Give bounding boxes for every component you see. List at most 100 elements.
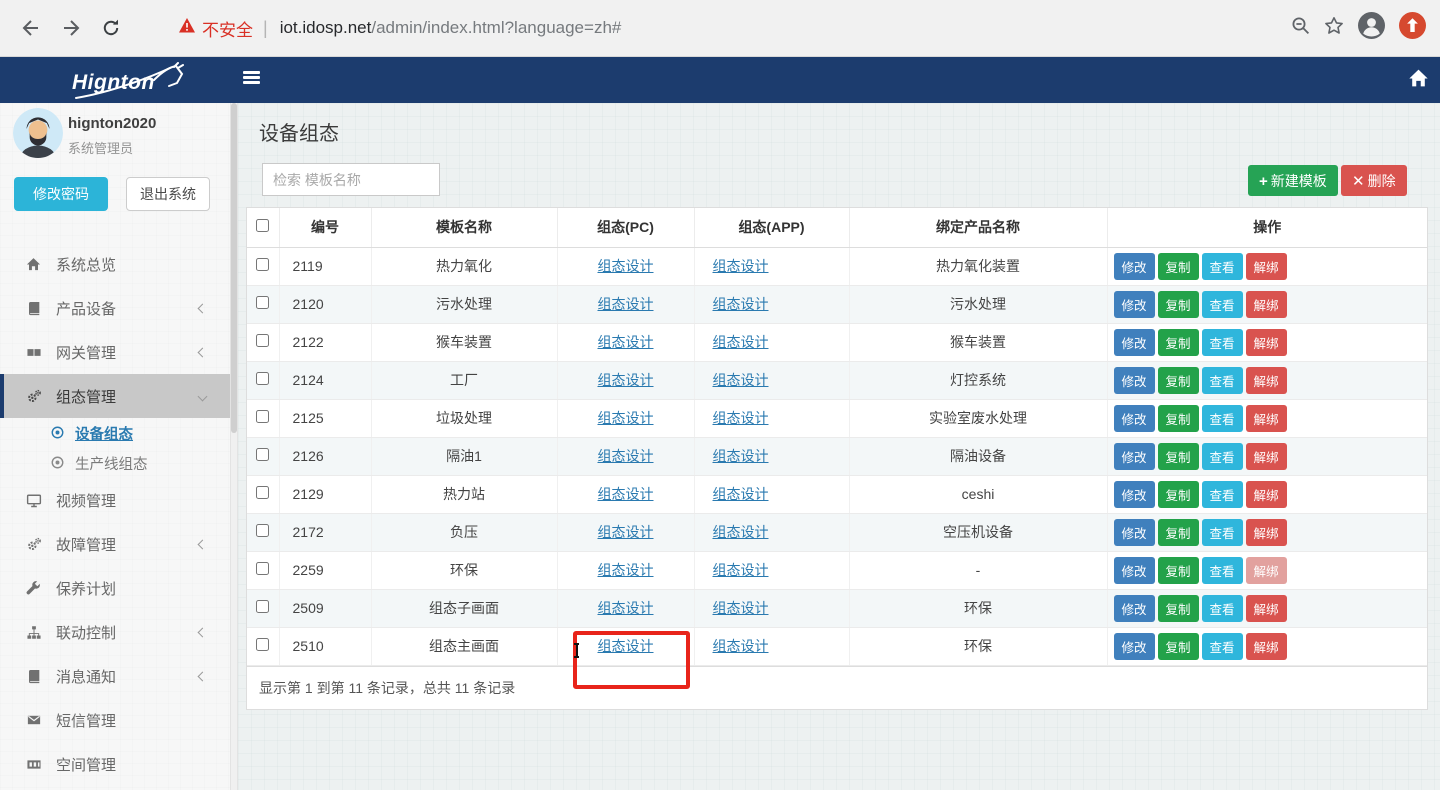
sidebar-item-2[interactable]: 网关管理 [0,330,230,374]
pc-design-link[interactable]: 组态设计 [598,486,654,502]
row-checkbox[interactable] [256,296,269,309]
app-design-link[interactable]: 组态设计 [713,296,769,312]
view-button[interactable]: 查看 [1202,291,1243,318]
pc-design-link[interactable]: 组态设计 [598,334,654,350]
app-design-link[interactable]: 组态设计 [713,258,769,274]
unbind-button[interactable]: 解绑 [1246,253,1287,280]
edit-button[interactable]: 修改 [1114,253,1155,280]
unbind-button[interactable]: 解绑 [1246,405,1287,432]
sidebar-item-7[interactable]: 联动控制 [0,610,230,654]
sidebar-subitem-1[interactable]: 生产线组态 [0,448,230,478]
copy-button[interactable]: 复制 [1158,519,1199,546]
edit-button[interactable]: 修改 [1114,329,1155,356]
row-checkbox[interactable] [256,486,269,499]
view-button[interactable]: 查看 [1202,367,1243,394]
copy-button[interactable]: 复制 [1158,557,1199,584]
row-checkbox[interactable] [256,600,269,613]
sidebar-item-9[interactable]: 短信管理 [0,698,230,742]
edit-button[interactable]: 修改 [1114,633,1155,660]
row-checkbox[interactable] [256,410,269,423]
view-button[interactable]: 查看 [1202,595,1243,622]
edit-button[interactable]: 修改 [1114,443,1155,470]
back-icon[interactable] [14,11,48,45]
copy-button[interactable]: 复制 [1158,595,1199,622]
change-password-button[interactable]: 修改密码 [14,177,108,211]
sidebar-scrollbar-thumb[interactable] [231,103,237,433]
view-button[interactable]: 查看 [1202,557,1243,584]
row-checkbox[interactable] [256,334,269,347]
unbind-button[interactable]: 解绑 [1246,595,1287,622]
app-design-link[interactable]: 组态设计 [713,638,769,654]
forward-icon[interactable] [54,11,88,45]
pc-design-link[interactable]: 组态设计 [598,562,654,578]
sidebar-item-3[interactable]: 组态管理 [0,374,230,418]
row-checkbox[interactable] [256,638,269,651]
view-button[interactable]: 查看 [1202,253,1243,280]
edit-button[interactable]: 修改 [1114,481,1155,508]
unbind-button[interactable]: 解绑 [1246,329,1287,356]
edit-button[interactable]: 修改 [1114,557,1155,584]
app-design-link[interactable]: 组态设计 [713,372,769,388]
app-design-link[interactable]: 组态设计 [713,410,769,426]
profile-icon[interactable] [1358,12,1385,44]
app-logo[interactable]: Hignton [58,62,218,102]
sidebar-item-8[interactable]: 消息通知 [0,654,230,698]
sidebar-item-10[interactable]: 空间管理 [0,742,230,786]
pc-design-link[interactable]: 组态设计 [598,638,654,654]
sidebar-item-1[interactable]: 产品设备 [0,286,230,330]
zoom-out-icon[interactable] [1291,16,1310,40]
copy-button[interactable]: 复制 [1158,633,1199,660]
select-all-checkbox[interactable] [256,219,269,232]
sidebar-subitem-0[interactable]: 设备组态 [0,418,230,448]
pc-design-link[interactable]: 组态设计 [598,524,654,540]
address-bar[interactable]: 不安全 | iot.idosp.net/admin/index.html?lan… [178,16,1291,41]
app-design-link[interactable]: 组态设计 [713,486,769,502]
view-button[interactable]: 查看 [1202,633,1243,660]
copy-button[interactable]: 复制 [1158,405,1199,432]
row-checkbox[interactable] [256,562,269,575]
view-button[interactable]: 查看 [1202,481,1243,508]
edit-button[interactable]: 修改 [1114,405,1155,432]
sidebar-item-6[interactable]: 保养计划 [0,566,230,610]
unbind-button[interactable]: 解绑 [1246,481,1287,508]
copy-button[interactable]: 复制 [1158,443,1199,470]
row-checkbox[interactable] [256,524,269,537]
edit-button[interactable]: 修改 [1114,291,1155,318]
logout-button[interactable]: 退出系统 [126,177,210,211]
pc-design-link[interactable]: 组态设计 [598,372,654,388]
row-checkbox[interactable] [256,372,269,385]
home-icon[interactable] [1408,68,1430,90]
new-template-button[interactable]: +新建模板 [1248,165,1338,196]
sidebar-item-5[interactable]: 故障管理 [0,522,230,566]
pc-design-link[interactable]: 组态设计 [598,448,654,464]
pc-design-link[interactable]: 组态设计 [598,600,654,616]
copy-button[interactable]: 复制 [1158,481,1199,508]
unbind-button[interactable]: 解绑 [1246,633,1287,660]
app-design-link[interactable]: 组态设计 [713,524,769,540]
view-button[interactable]: 查看 [1202,405,1243,432]
view-button[interactable]: 查看 [1202,519,1243,546]
search-input[interactable] [262,163,440,196]
unbind-button[interactable]: 解绑 [1246,291,1287,318]
copy-button[interactable]: 复制 [1158,291,1199,318]
view-button[interactable]: 查看 [1202,329,1243,356]
app-design-link[interactable]: 组态设计 [713,448,769,464]
pc-design-link[interactable]: 组态设计 [598,410,654,426]
pc-design-link[interactable]: 组态设计 [598,258,654,274]
pc-design-link[interactable]: 组态设计 [598,296,654,312]
row-checkbox[interactable] [256,258,269,271]
reload-icon[interactable] [94,11,128,45]
app-design-link[interactable]: 组态设计 [713,562,769,578]
edit-button[interactable]: 修改 [1114,367,1155,394]
menu-toggle-icon[interactable] [243,71,260,85]
copy-button[interactable]: 复制 [1158,367,1199,394]
avatar[interactable] [13,108,63,158]
unbind-button[interactable]: 解绑 [1246,519,1287,546]
unbind-button[interactable]: 解绑 [1246,367,1287,394]
copy-button[interactable]: 复制 [1158,329,1199,356]
view-button[interactable]: 查看 [1202,443,1243,470]
copy-button[interactable]: 复制 [1158,253,1199,280]
unbind-button[interactable]: 解绑 [1246,443,1287,470]
edit-button[interactable]: 修改 [1114,519,1155,546]
sidebar-item-4[interactable]: 视频管理 [0,478,230,522]
